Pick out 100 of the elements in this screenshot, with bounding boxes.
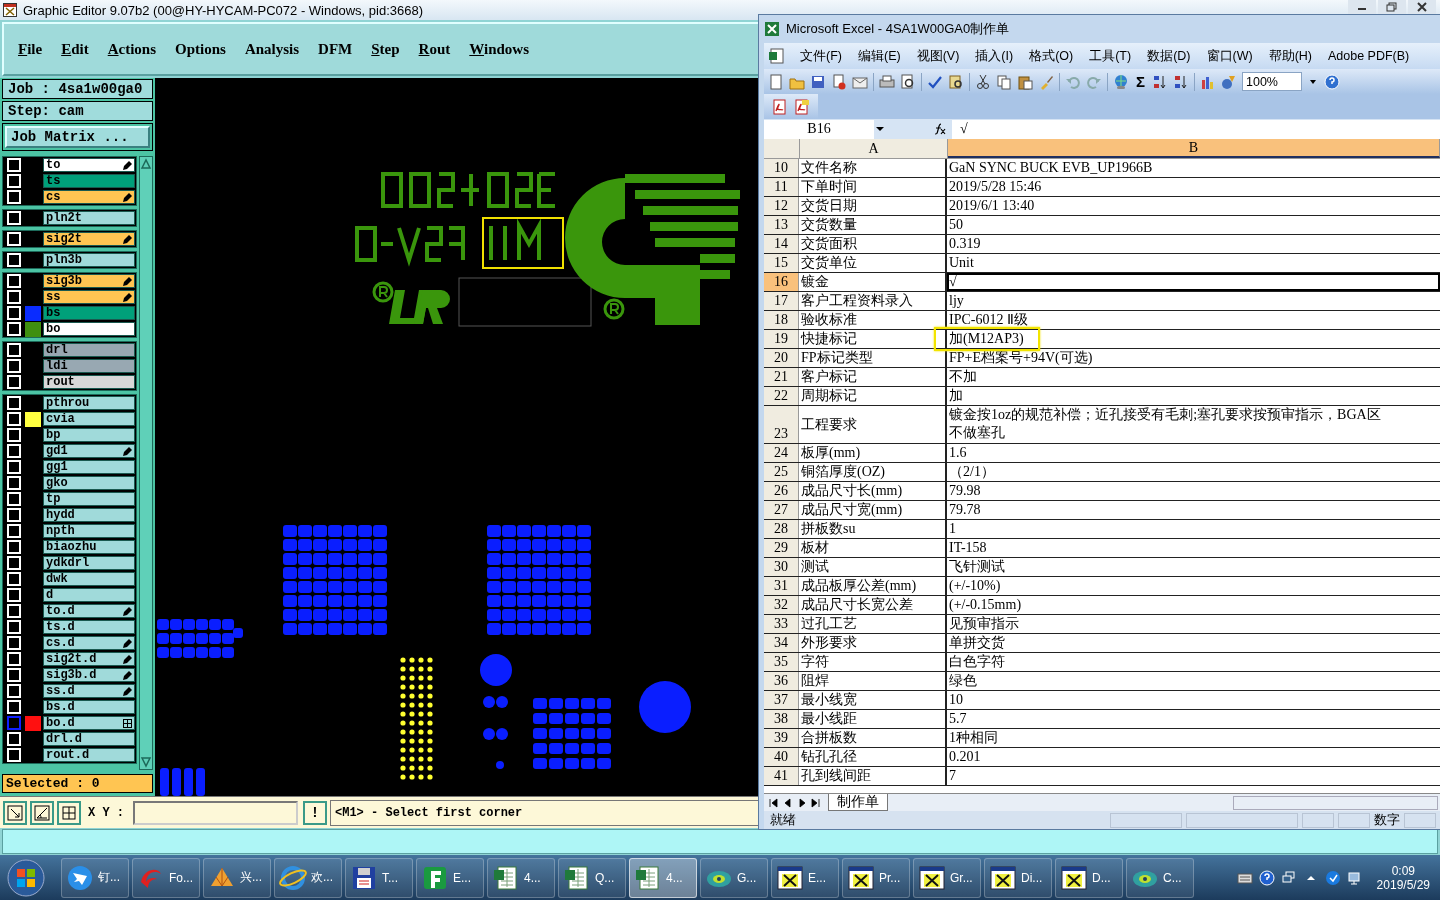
row-header[interactable]: 15 [764,254,799,272]
row-header[interactable]: 11 [764,178,799,196]
row-header[interactable]: 23 [764,406,799,443]
layer-name[interactable]: bo [43,322,135,336]
menu-item[interactable]: File [18,40,43,58]
menu-item[interactable]: 文件(F) [800,47,842,65]
row-header[interactable]: 33 [764,615,799,633]
scrollbar[interactable] [139,156,153,770]
menu-item[interactable]: 插入(I) [975,47,1014,65]
autosum-button[interactable]: Σ [1134,73,1147,90]
row-header[interactable]: 36 [764,672,799,690]
menu-item[interactable]: Options [175,40,226,58]
taskbar-item[interactable]: Gr... [913,857,981,898]
taskbar-item[interactable]: G... [700,857,768,898]
zoom-fit-button[interactable] [3,800,27,825]
name-box[interactable]: B16 [764,119,874,139]
row-header[interactable]: 17 [764,292,799,310]
sheet-tab[interactable]: 制作单 [828,794,888,811]
row-header[interactable]: 31 [764,577,799,595]
layer-name[interactable]: rout [43,375,135,389]
taskbar-item[interactable]: D... [1055,857,1123,898]
taskbar-item[interactable]: 欢... [274,857,342,898]
row-header[interactable]: 20 [764,349,799,367]
windows-icon[interactable] [1280,869,1297,886]
measure-button[interactable] [30,800,54,825]
taskbar-item[interactable]: 钉... [61,857,129,898]
row-header[interactable]: 12 [764,197,799,215]
coordinate-input[interactable] [133,800,298,825]
row-header[interactable]: 19 [764,330,799,348]
menu-item[interactable]: 视图(V) [916,47,960,65]
layer-name[interactable]: sig3b [43,274,135,288]
taskbar-item[interactable]: 4... [487,857,555,898]
row-header[interactable]: 22 [764,387,799,405]
taskbar-item[interactable]: Di... [984,857,1052,898]
scissors-icon[interactable] [975,73,991,90]
formula-field[interactable]: √ [952,119,1440,139]
menu-item[interactable]: Analysis [244,40,300,58]
layer-name[interactable]: cvia [43,412,135,426]
layer-name[interactable]: rout.d [43,748,135,762]
network-icon[interactable] [1346,869,1363,886]
copy-icon[interactable] [996,73,1012,90]
clock-time[interactable]: 0:09 [1376,863,1430,878]
layer-name[interactable]: sig2t.d [43,652,135,666]
layer-name[interactable]: drl [43,343,135,357]
layer-name[interactable]: d [43,588,135,602]
permission-icon[interactable] [831,73,847,90]
start-button[interactable] [6,857,46,898]
paste-icon[interactable] [1017,73,1033,90]
layer-name[interactable]: to.d [43,604,135,618]
drawing-icon[interactable] [1221,73,1237,90]
layer-name[interactable]: tp [43,492,135,506]
layer-name[interactable]: pln3b [43,253,135,267]
row-header[interactable]: 27 [764,501,799,519]
scroll-down-icon[interactable] [140,755,152,769]
scroll-up-icon[interactable] [140,157,152,171]
menu-item[interactable]: 编辑(E) [857,47,901,65]
layer-name[interactable]: npth [43,524,135,538]
layer-name[interactable]: hydd [43,508,135,522]
save-icon[interactable] [810,73,826,90]
layer-name[interactable]: bs [43,306,135,320]
row-header[interactable]: 18 [764,311,799,329]
layer-name[interactable]: ss [43,290,135,304]
layer-name[interactable]: cs [43,190,135,204]
row-header[interactable]: 25 [764,463,799,481]
menu-item[interactable]: DFM [318,40,353,58]
layer-name[interactable]: bs.d [43,700,135,714]
print-preview-icon[interactable] [900,73,916,90]
layer-name[interactable]: drl.d [43,732,135,746]
help-icon[interactable] [1324,73,1340,90]
horizontal-scrollbar[interactable] [1233,795,1438,810]
row-header[interactable]: 34 [764,634,799,652]
printer-icon[interactable] [879,73,895,90]
pdf-comment-icon[interactable] [794,98,810,115]
job-matrix-button[interactable]: Job Matrix ... [5,126,150,148]
new-document-icon[interactable] [768,73,784,90]
help-icon[interactable] [1258,869,1275,886]
menu-item[interactable]: 数据(D) [1147,47,1191,65]
research-icon[interactable] [948,73,964,90]
row-header[interactable]: 40 [764,748,799,766]
layer-name[interactable]: ss.d [43,684,135,698]
layer-name[interactable]: sig2t [43,232,135,246]
row-header[interactable]: 38 [764,710,799,728]
layer-name[interactable]: ts.d [43,620,135,634]
zoom-field[interactable]: 100% [1242,72,1302,91]
shield-icon[interactable] [1324,869,1341,886]
layer-name[interactable]: pthrou [43,396,135,410]
taskbar-item[interactable]: 兴... [203,857,271,898]
menu-item[interactable]: Edit [61,40,89,58]
layer-name[interactable]: ydkdrl [43,556,135,570]
row-header[interactable]: 32 [764,596,799,614]
pdf-icon[interactable] [772,98,788,115]
layer-name[interactable]: biaozhu [43,540,135,554]
menu-item[interactable]: 帮助(H) [1268,47,1312,65]
layer-name[interactable]: gd1 [43,444,135,458]
workbook-icon[interactable] [768,48,784,64]
function-icon[interactable] [934,123,946,135]
layer-checkbox[interactable] [7,716,21,730]
row-header[interactable]: 28 [764,520,799,538]
alert-button[interactable]: ! [303,800,327,825]
row-header[interactable]: 37 [764,691,799,709]
